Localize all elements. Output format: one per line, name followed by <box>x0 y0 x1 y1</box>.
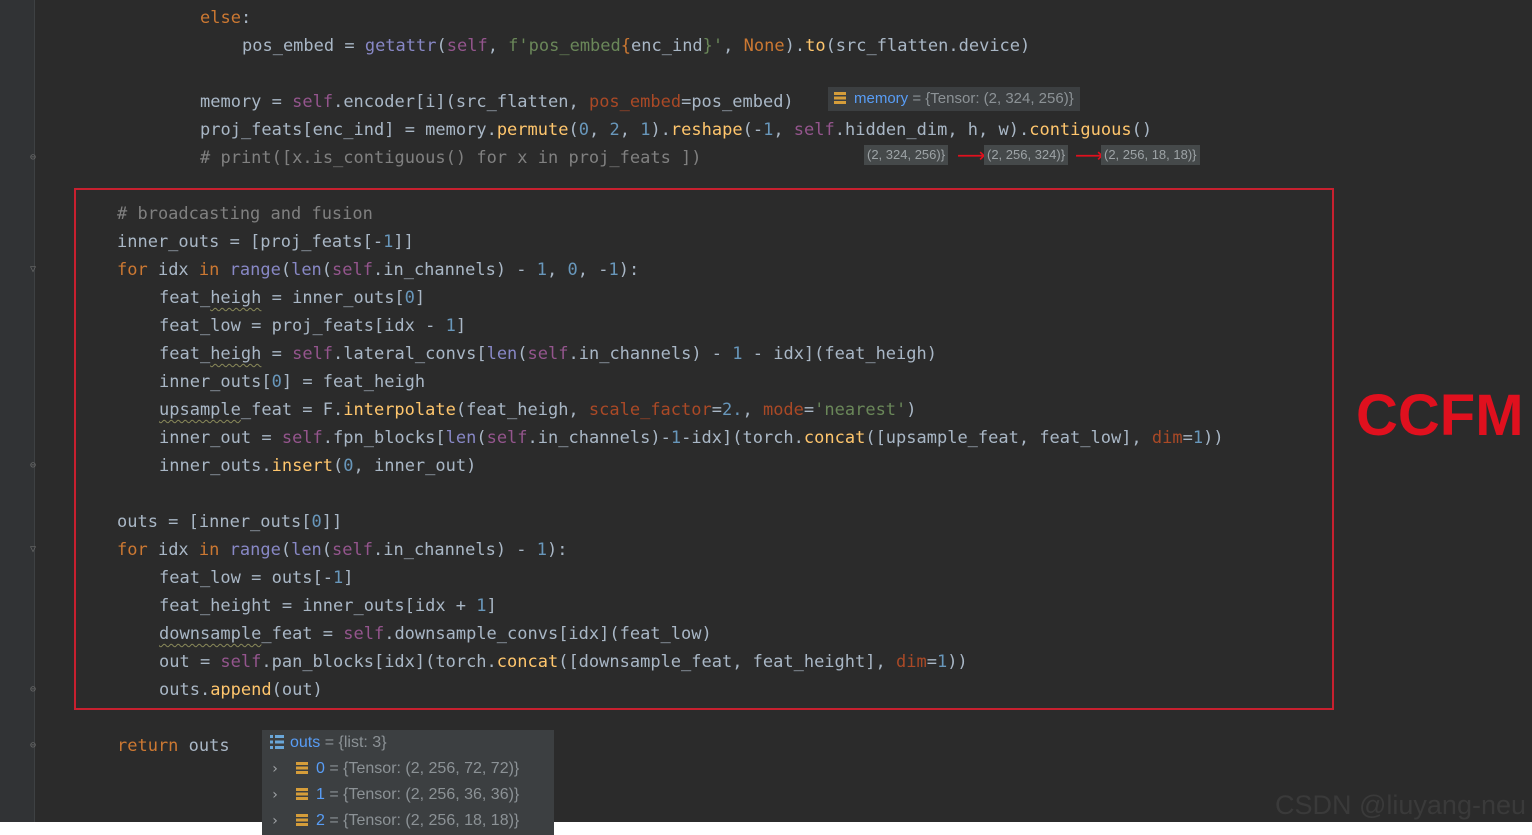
fold-marker-icon[interactable]: ⊖ <box>28 152 38 164</box>
code-token: .hidden_dim, h, w). <box>834 120 1030 140</box>
code-token: # print([x.is_contiguous() for x in proj… <box>200 148 702 168</box>
variable-icon <box>834 92 846 104</box>
code-token: permute <box>496 120 569 140</box>
right-arrow-icon: ⟶ <box>1075 143 1104 167</box>
item-name: 2 <box>316 812 325 829</box>
watermark: CSDN @liuyang-neu <box>1274 790 1526 820</box>
code-line[interactable]: return outs <box>117 732 230 760</box>
outs-popup-header[interactable]: outs = {list: 3} <box>270 730 387 756</box>
shape-chip: (2, 324, 256)} <box>864 145 949 165</box>
code-token: 1 <box>763 120 774 140</box>
fold-marker-icon[interactable]: ⊖ <box>28 460 38 472</box>
code-token: 1 <box>640 120 651 140</box>
code-token: self <box>292 92 334 112</box>
code-line[interactable]: proj_feats[enc_ind] = memory.permute(0, … <box>200 116 1152 144</box>
code-token: pos_embed = <box>242 36 365 56</box>
code-token: ( <box>568 120 579 140</box>
ccfm-highlight-box <box>74 188 1334 710</box>
code-token: () <box>1131 120 1153 140</box>
ccfm-label: CCFM <box>1356 383 1524 448</box>
list-item[interactable]: › 2 = {Tensor: (2, 256, 18, 18)} <box>264 808 519 834</box>
chevron-right-icon[interactable]: › <box>264 808 286 834</box>
variable-icon <box>296 814 308 826</box>
fold-marker-icon[interactable]: ⊖ <box>28 684 38 696</box>
code-token: None <box>743 36 785 56</box>
code-line[interactable]: memory = self.encoder[i](src_flatten, po… <box>200 88 794 116</box>
code-token: =pos_embed) <box>681 92 794 112</box>
code-token: else <box>200 8 241 28</box>
code-token: (src_flatten.device) <box>825 36 1031 56</box>
code-token: , <box>588 120 610 140</box>
list-item[interactable]: › 0 = {Tensor: (2, 256, 72, 72)} <box>264 756 519 782</box>
right-arrow-icon: ⟶ <box>957 143 986 167</box>
list-item[interactable]: › 1 = {Tensor: (2, 256, 36, 36)} <box>264 782 519 808</box>
code-token: 0 <box>578 120 589 140</box>
fold-marker-icon[interactable]: ▽ <box>28 264 38 276</box>
popup-equals: = <box>324 734 335 751</box>
item-value: {Tensor: (2, 256, 72, 72)} <box>343 760 520 777</box>
item-name: 1 <box>316 786 325 803</box>
editor-gutter: ⊖ ▽ ⊖ ▽ ⊖ ⊖ <box>0 0 38 822</box>
code-token: pos_embed <box>588 92 682 112</box>
code-token: }' <box>702 36 724 56</box>
code-token: 2 <box>609 120 620 140</box>
code-token: , <box>619 120 641 140</box>
item-equals: = <box>329 786 339 803</box>
code-token: return <box>117 736 179 756</box>
code-token: , <box>723 36 744 56</box>
popup-variable-name: outs <box>290 734 321 751</box>
item-value: {Tensor: (2, 256, 18, 18)} <box>343 812 520 829</box>
code-token: to <box>805 36 826 56</box>
code-token: getattr <box>364 36 437 56</box>
item-value: {Tensor: (2, 256, 36, 36)} <box>343 786 520 803</box>
code-token: , <box>487 36 509 56</box>
code-token: memory = <box>200 92 293 112</box>
code-token: ( <box>436 36 447 56</box>
list-icon <box>270 735 284 749</box>
fold-marker-icon[interactable]: ⊖ <box>28 740 38 752</box>
popup-value: {list: 3} <box>338 734 387 751</box>
code-line[interactable]: else: <box>200 4 251 32</box>
code-token: contiguous <box>1029 120 1132 140</box>
chevron-right-icon[interactable]: › <box>264 782 286 808</box>
code-token: f'pos_embed <box>508 36 621 56</box>
code-token: .encoder[i](src_flatten, <box>333 92 589 112</box>
code-token: self <box>446 36 488 56</box>
item-name: 0 <box>316 760 325 777</box>
fold-marker-icon[interactable]: ▽ <box>28 544 38 556</box>
code-token: outs <box>178 736 230 756</box>
code-token: enc_ind <box>631 36 703 56</box>
code-token: ). <box>784 36 806 56</box>
outs-debug-popup[interactable]: outs = {list: 3} › 0 = {Tensor: (2, 256, … <box>262 730 554 835</box>
code-token: { <box>620 36 632 56</box>
code-editor[interactable]: ⊖ ▽ ⊖ ▽ ⊖ ⊖ else: pos_embed = getattr(se… <box>0 0 1532 822</box>
shape-chip: (2, 256, 324)} <box>984 145 1069 165</box>
memory-inline-hint[interactable]: memory = {Tensor: (2, 324, 256)} <box>828 87 1080 111</box>
chevron-right-icon[interactable]: › <box>264 756 286 782</box>
shape-chip: (2, 256, 18, 18)} <box>1101 145 1200 165</box>
variable-icon <box>296 762 308 774</box>
hint-variable-name: memory <box>854 90 909 107</box>
code-token: (- <box>742 120 764 140</box>
code-token: self <box>793 120 835 140</box>
code-token: : <box>240 8 252 28</box>
code-line[interactable]: # print([x.is_contiguous() for x in proj… <box>200 144 702 172</box>
hint-equals: = <box>912 90 922 107</box>
code-token: ). <box>650 120 671 140</box>
hint-value: {Tensor: (2, 324, 256)} <box>925 90 1074 107</box>
code-line[interactable]: pos_embed = getattr(self, f'pos_embed{en… <box>242 32 1030 60</box>
item-equals: = <box>329 760 339 777</box>
variable-icon <box>296 788 308 800</box>
item-equals: = <box>329 812 339 829</box>
code-token: , <box>773 120 794 140</box>
code-token: reshape <box>670 120 743 140</box>
code-token: proj_feats[enc_ind] = memory. <box>200 120 497 140</box>
